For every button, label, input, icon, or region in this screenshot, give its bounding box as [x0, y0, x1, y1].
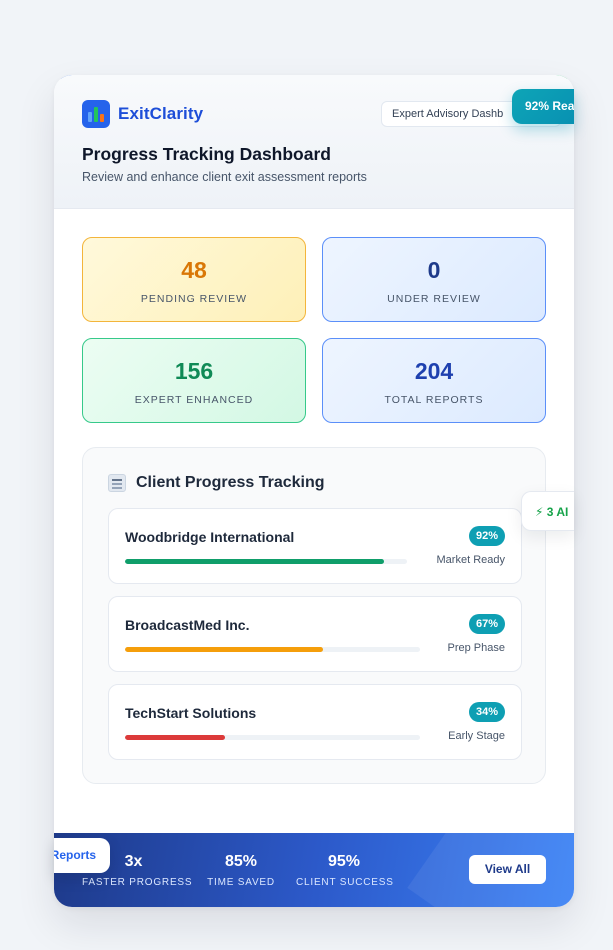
footer-stat-label: CLIENT SUCCESS — [296, 877, 394, 888]
stat-value: 204 — [414, 358, 454, 384]
stat-card-under-review[interactable]: 0 UNDER REVIEW — [322, 237, 546, 322]
dashboard-card: ExitClarity Expert Advisory Dashb Progre… — [54, 75, 574, 907]
progress-bar-fill — [125, 647, 323, 652]
view-all-button[interactable]: View All — [469, 855, 546, 884]
market-ready-badge[interactable]: 92% Rea — [512, 89, 574, 124]
stat-label: PENDING REVIEW — [140, 293, 248, 305]
page-subtitle: Review and enhance client exit assessmen… — [82, 170, 367, 184]
stat-label: TOTAL REPORTS — [384, 394, 484, 406]
footer-stat-value: 95% — [327, 853, 361, 870]
progress-bar — [125, 647, 420, 652]
stat-card-total-reports[interactable]: 204 TOTAL REPORTS — [322, 338, 546, 423]
client-name: BroadcastMed Inc. — [125, 617, 250, 633]
dashboard-header: ExitClarity Expert Advisory Dashb Progre… — [54, 75, 574, 209]
page-title: Progress Tracking Dashboard — [82, 144, 331, 164]
ai-insights-badge[interactable]: ⚡ 3 AI — [521, 491, 574, 531]
reports-badge[interactable]: Reports — [54, 838, 110, 873]
footer-stat-value: 85% — [224, 853, 258, 870]
phase-label: Prep Phase — [447, 642, 505, 654]
client-progress-panel: Client Progress Tracking Woodbridge Inte… — [82, 447, 546, 784]
client-card-woodbridge[interactable]: Woodbridge International 92% Market Read… — [108, 508, 522, 584]
clipboard-icon — [108, 474, 126, 492]
stat-value: 156 — [174, 358, 214, 384]
stat-value: 0 — [427, 257, 441, 283]
bar-chart-icon — [82, 100, 110, 128]
phase-label: Early Stage — [448, 730, 505, 742]
brand-name[interactable]: ExitClarity — [118, 104, 203, 124]
stat-value: 48 — [181, 257, 207, 283]
progress-badge: 34% — [468, 702, 505, 722]
footer-stat-label: TIME SAVED — [207, 877, 275, 888]
progress-badge: 67% — [468, 614, 505, 634]
progress-bar-fill — [125, 559, 385, 564]
footer-banner: 3x FASTER PROGRESS 85% TIME SAVED 95% CL… — [54, 833, 574, 907]
stat-label: EXPERT ENHANCED — [134, 394, 254, 406]
client-card-broadcastmed[interactable]: BroadcastMed Inc. 67% Prep Phase — [108, 596, 522, 672]
progress-badge: 92% — [468, 526, 505, 546]
stat-card-expert-enhanced[interactable]: 156 EXPERT ENHANCED — [82, 338, 306, 423]
progress-bar — [125, 559, 407, 564]
client-card-techstart[interactable]: TechStart Solutions 34% Early Stage — [108, 684, 522, 760]
client-name: TechStart Solutions — [125, 705, 257, 721]
client-name: Woodbridge International — [125, 529, 295, 545]
footer-stat-client-success: 95% CLIENT SUCCESS — [296, 853, 394, 888]
stat-label: UNDER REVIEW — [387, 293, 481, 305]
footer-stat-time-saved: 85% TIME SAVED — [206, 853, 276, 888]
footer-stat-label: FASTER PROGRESS — [82, 877, 193, 888]
phase-label: Market Ready — [436, 554, 505, 566]
stat-card-pending-review[interactable]: 48 PENDING REVIEW — [82, 237, 306, 322]
progress-bar — [125, 735, 420, 740]
panel-title: Client Progress Tracking — [136, 474, 325, 491]
progress-bar-fill — [125, 735, 226, 740]
